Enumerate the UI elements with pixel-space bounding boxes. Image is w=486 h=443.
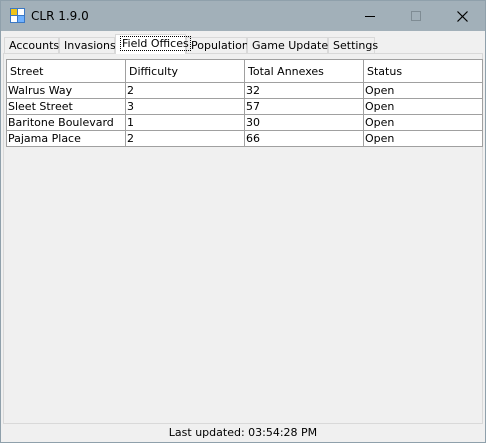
table-header-row: Street Difficulty Total Annexes Status [6, 59, 483, 83]
tab-game-updates[interactable]: Game Updates [247, 37, 334, 54]
cell-street[interactable]: Pajama Place [6, 130, 126, 147]
maximize-icon [411, 11, 421, 21]
column-header-status[interactable]: Status [363, 59, 483, 83]
cell-status[interactable]: Open [363, 114, 483, 131]
column-header-street[interactable]: Street [6, 59, 126, 83]
cell-street[interactable]: Sleet Street [6, 98, 126, 115]
cell-difficulty[interactable]: 1 [125, 114, 245, 131]
tab-label: Invasions [64, 39, 116, 52]
window-title: CLR 1.9.0 [31, 9, 89, 23]
close-icon [456, 10, 468, 22]
cell-status[interactable]: Open [363, 130, 483, 147]
cell-total-annexes[interactable]: 32 [244, 82, 364, 99]
cell-status[interactable]: Open [363, 98, 483, 115]
last-updated-text: Last updated: 03:54:28 PM [168, 426, 318, 439]
status-bar: Last updated: 03:54:28 PM [1, 424, 485, 442]
minimize-icon [365, 16, 375, 17]
tab-accounts[interactable]: Accounts [4, 37, 59, 54]
tab-label: Game Updates [252, 39, 334, 52]
column-header-total-annexes[interactable]: Total Annexes [244, 59, 364, 83]
close-button[interactable] [439, 1, 485, 31]
app-window: CLR 1.9.0 Accounts Invasions Field Offic… [0, 0, 486, 443]
tab-label: Field Offices [120, 36, 191, 51]
cell-street[interactable]: Baritone Boulevard [6, 114, 126, 131]
field-offices-table: Street Difficulty Total Annexes Status W… [6, 59, 483, 147]
minimize-button[interactable] [347, 1, 393, 31]
tab-field-offices[interactable]: Field Offices [115, 34, 191, 54]
table-row[interactable]: Walrus Way 2 32 Open [6, 82, 483, 99]
cell-status[interactable]: Open [363, 82, 483, 99]
title-bar[interactable]: CLR 1.9.0 [1, 1, 485, 31]
tab-label: Accounts [9, 39, 60, 52]
field-offices-panel: Street Difficulty Total Annexes Status W… [3, 53, 483, 424]
column-header-difficulty[interactable]: Difficulty [125, 59, 245, 83]
maximize-button[interactable] [393, 1, 439, 31]
tab-strip: Accounts Invasions Field Offices Populat… [1, 34, 485, 54]
tab-settings[interactable]: Settings [328, 37, 379, 54]
tab-label: Population [191, 39, 249, 52]
cell-difficulty[interactable]: 3 [125, 98, 245, 115]
app-icon [10, 8, 25, 23]
tab-label: Settings [333, 39, 379, 52]
table-row[interactable]: Baritone Boulevard 1 30 Open [6, 114, 483, 131]
cell-total-annexes[interactable]: 66 [244, 130, 364, 147]
tab-invasions[interactable]: Invasions [59, 37, 116, 54]
cell-total-annexes[interactable]: 30 [244, 114, 364, 131]
cell-difficulty[interactable]: 2 [125, 82, 245, 99]
table-row[interactable]: Pajama Place 2 66 Open [6, 130, 483, 147]
tab-population[interactable]: Population [186, 37, 249, 54]
cell-street[interactable]: Walrus Way [6, 82, 126, 99]
cell-difficulty[interactable]: 2 [125, 130, 245, 147]
table-row[interactable]: Sleet Street 3 57 Open [6, 98, 483, 115]
cell-total-annexes[interactable]: 57 [244, 98, 364, 115]
